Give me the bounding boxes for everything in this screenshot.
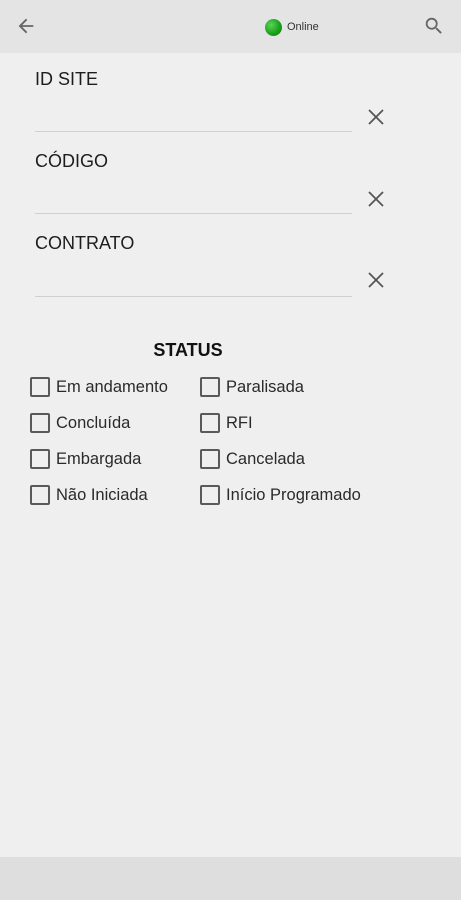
checkbox-label: Não Iniciada	[56, 485, 148, 504]
checkbox-box[interactable]	[200, 413, 220, 433]
back-button[interactable]	[12, 12, 40, 40]
checkbox-box[interactable]	[200, 485, 220, 505]
id-site-label: ID SITE	[35, 69, 99, 89]
checkbox-paralisada[interactable]: Paralisada	[200, 375, 304, 399]
bottom-bar	[0, 857, 461, 900]
checkbox-box[interactable]	[30, 413, 50, 433]
checkbox-label: Concluída	[56, 413, 131, 432]
connection-status: Online	[265, 17, 319, 37]
search-button[interactable]	[420, 12, 448, 40]
checkbox-nao-iniciada[interactable]: Não Iniciada	[30, 483, 148, 507]
checkbox-em-andamento[interactable]: Em andamento	[30, 375, 168, 399]
clear-id-site-button[interactable]	[364, 105, 388, 129]
top-app-bar: Online	[0, 0, 461, 53]
contrato-label: CONTRATO	[35, 233, 135, 253]
codigo-input[interactable]	[35, 183, 352, 214]
id-site-input[interactable]	[35, 101, 352, 132]
codigo-label: CÓDIGO	[35, 151, 109, 171]
search-icon	[425, 17, 442, 34]
checkbox-label: Início Programado	[226, 485, 361, 504]
checkbox-box[interactable]	[200, 449, 220, 469]
status-indicator-icon	[265, 18, 282, 36]
close-icon	[368, 109, 384, 125]
checkbox-cancelada[interactable]: Cancelada	[200, 447, 305, 471]
clear-contrato-button[interactable]	[364, 268, 388, 292]
clear-codigo-button[interactable]	[364, 187, 388, 211]
close-icon	[368, 191, 384, 207]
arrow-left-icon	[18, 18, 34, 34]
checkbox-inicio-programado[interactable]: Início Programado	[200, 483, 361, 507]
checkbox-label: Cancelada	[226, 449, 305, 468]
close-icon	[368, 272, 384, 288]
status-text: Online	[287, 21, 319, 33]
checkbox-box[interactable]	[30, 377, 50, 397]
checkbox-concluida[interactable]: Concluída	[30, 411, 130, 435]
checkbox-box[interactable]	[30, 449, 50, 469]
checkbox-embargada[interactable]: Embargada	[30, 447, 141, 471]
checkbox-label: RFI	[226, 413, 253, 432]
checkbox-label: Embargada	[56, 449, 142, 468]
checkbox-box[interactable]	[30, 485, 50, 505]
contrato-input[interactable]	[35, 266, 352, 297]
status-section-title: STATUS	[153, 340, 223, 360]
checkbox-label: Paralisada	[226, 377, 304, 396]
checkbox-box[interactable]	[200, 377, 220, 397]
checkbox-label: Em andamento	[56, 377, 168, 396]
checkbox-rfi[interactable]: RFI	[200, 411, 253, 435]
